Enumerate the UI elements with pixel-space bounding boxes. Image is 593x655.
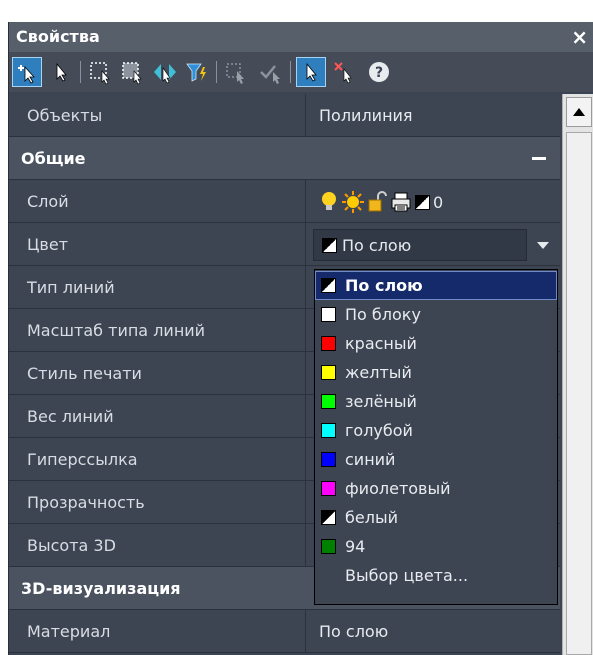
row-label: Гиперссылка <box>27 450 138 469</box>
row-label: Цвет <box>27 235 69 254</box>
title-bar[interactable]: Свойства × <box>9 22 593 52</box>
layer-state-icons[interactable]: 0 <box>319 190 443 214</box>
add-select-icon[interactable] <box>12 57 42 87</box>
section-general[interactable]: Общие <box>9 137 560 180</box>
invert-select-icon[interactable] <box>151 58 179 86</box>
material-value: По слою <box>319 622 389 641</box>
color-dropdown-list[interactable]: По слою По блоку красный желтый зелёный … <box>314 269 558 605</box>
color-option-yellow[interactable]: желтый <box>315 358 557 387</box>
selection-toolbar: ? <box>9 52 593 92</box>
scroll-up-button[interactable] <box>566 97 592 127</box>
help-icon[interactable]: ? <box>365 58 393 86</box>
row-color[interactable]: Цвет По слою <box>9 223 560 266</box>
palette-title: Свойства <box>16 27 100 46</box>
window-select-icon[interactable] <box>87 58 115 86</box>
row-label: Высота 3D <box>27 536 116 555</box>
option-label: фиолетовый <box>345 479 451 498</box>
option-label: 94 <box>345 537 366 556</box>
section-title: 3D-визуализация <box>21 579 181 598</box>
row-label: Прозрачность <box>27 493 145 512</box>
row-objects[interactable]: Объекты Полилиния <box>9 94 560 137</box>
color-swatch <box>321 510 336 525</box>
row-layer[interactable]: Слой 0 <box>9 180 560 223</box>
option-label: красный <box>345 334 417 353</box>
color-option-magenta[interactable]: фиолетовый <box>315 474 557 503</box>
color-swatch <box>415 194 430 210</box>
option-label: По слою <box>345 276 423 295</box>
accept-select-icon[interactable] <box>257 58 285 86</box>
selection-set-icon[interactable] <box>223 58 251 86</box>
color-swatch <box>321 336 336 351</box>
collapse-icon[interactable] <box>532 157 546 160</box>
svg-text:?: ? <box>375 65 383 81</box>
layer-value: 0 <box>433 192 444 212</box>
color-option-red[interactable]: красный <box>315 329 557 358</box>
close-icon[interactable]: × <box>571 25 588 49</box>
color-swatch <box>322 238 337 253</box>
color-swatch <box>321 481 336 496</box>
pick-add-icon[interactable] <box>296 57 326 87</box>
option-label: голубой <box>345 421 413 440</box>
row-label: Стиль печати <box>27 364 142 383</box>
lightbulb-icon <box>322 192 336 210</box>
row-label: Масштаб типа линий <box>27 321 206 340</box>
option-label: зелёный <box>345 392 417 411</box>
row-label: Объекты <box>27 106 103 125</box>
color-option-byblock[interactable]: По блоку <box>315 300 557 329</box>
chevron-down-icon <box>537 242 549 249</box>
option-label: По блоку <box>345 305 421 324</box>
crossing-select-icon[interactable] <box>119 58 147 86</box>
color-swatch <box>321 278 336 293</box>
row-material[interactable]: Материал По слою <box>9 610 560 653</box>
vertical-scrollbar[interactable] <box>562 94 593 655</box>
color-swatch <box>321 423 336 438</box>
option-label: Выбор цвета... <box>345 566 469 585</box>
color-swatch <box>321 539 336 554</box>
select-color-option[interactable]: Выбор цвета... <box>315 561 557 590</box>
sun-icon <box>342 191 364 213</box>
color-value: По слою <box>342 236 412 255</box>
filter-icon[interactable] <box>183 58 211 86</box>
color-option-94[interactable]: 94 <box>315 532 557 561</box>
row-label: Материал <box>27 622 111 641</box>
color-swatch <box>321 365 336 380</box>
select-icon[interactable] <box>47 58 75 86</box>
objects-value: Полилиния <box>319 106 413 125</box>
unlock-icon <box>368 191 387 212</box>
section-title: Общие <box>21 149 86 168</box>
deselect-icon[interactable] <box>331 58 359 86</box>
printer-icon <box>391 192 411 212</box>
row-label: Тип линий <box>27 278 115 297</box>
option-label: белый <box>345 508 398 527</box>
color-option-cyan[interactable]: голубой <box>315 416 557 445</box>
color-swatch <box>321 452 336 467</box>
color-option-blue[interactable]: синий <box>315 445 557 474</box>
color-option-white[interactable]: белый <box>315 503 557 532</box>
arrow-up-icon <box>573 108 585 116</box>
option-label: синий <box>345 450 396 469</box>
color-option-bylayer[interactable]: По слою <box>315 271 557 300</box>
color-combobox[interactable]: По слою <box>313 229 527 261</box>
color-swatch <box>321 307 336 322</box>
row-label: Вес линий <box>27 407 114 426</box>
color-swatch <box>321 394 336 409</box>
color-option-green[interactable]: зелёный <box>315 387 557 416</box>
dropdown-button[interactable] <box>527 229 558 261</box>
option-label: желтый <box>345 363 412 382</box>
scroll-thumb[interactable] <box>566 132 592 655</box>
row-label: Слой <box>27 192 69 211</box>
